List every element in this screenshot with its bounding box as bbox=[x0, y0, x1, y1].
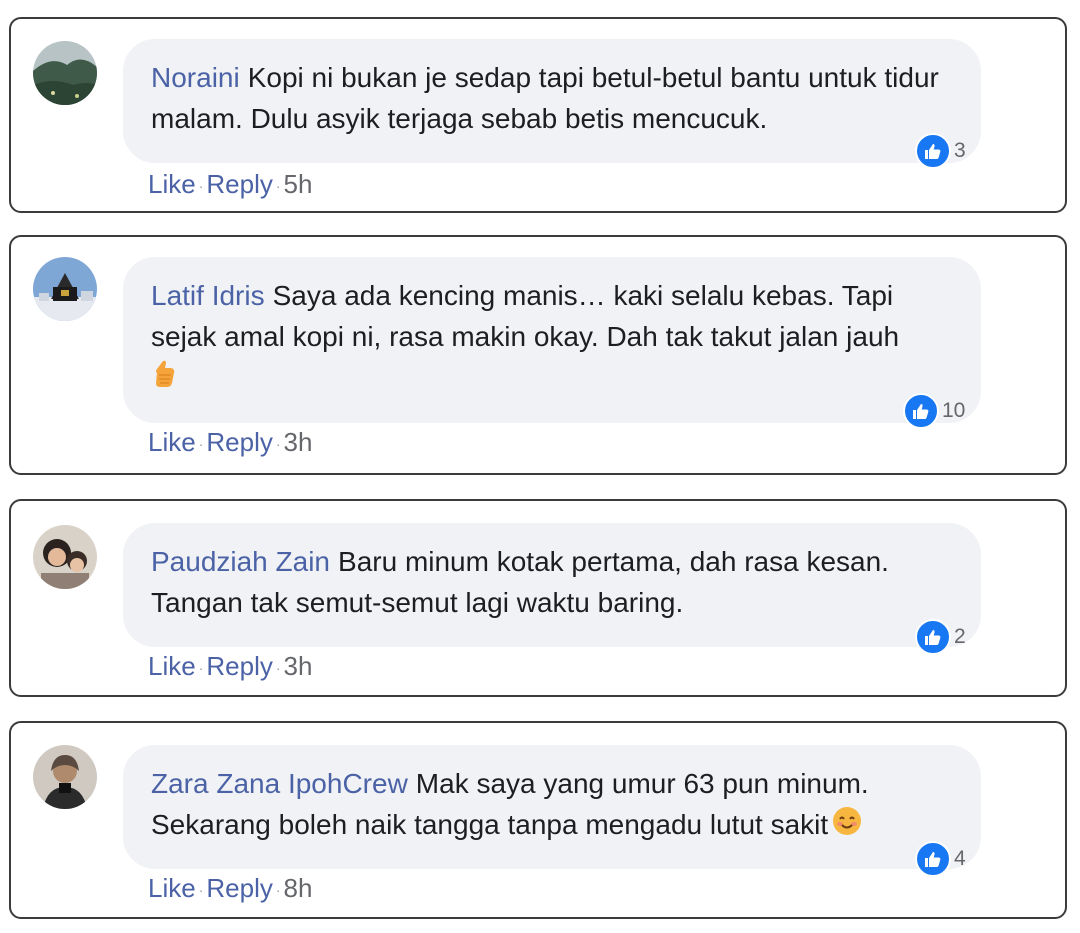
comment-card: Latif Idris Saya ada kencing manis… kaki … bbox=[9, 235, 1067, 475]
reply-link[interactable]: Reply bbox=[206, 169, 272, 199]
comment-text: Kopi ni bukan je sedap tapi betul-betul … bbox=[151, 62, 939, 134]
reply-link[interactable]: Reply bbox=[206, 651, 272, 681]
like-link[interactable]: Like bbox=[148, 873, 196, 903]
reply-link[interactable]: Reply bbox=[206, 427, 272, 457]
comment-time[interactable]: 5h bbox=[284, 169, 313, 199]
separator-dot: · bbox=[275, 882, 281, 899]
reaction-summary[interactable]: 10 bbox=[903, 393, 965, 429]
like-link[interactable]: Like bbox=[148, 169, 196, 199]
comment-card: Zara Zana IpohCrew Mak saya yang umur 63 … bbox=[9, 721, 1067, 919]
reaction-count: 10 bbox=[942, 399, 966, 422]
avatar[interactable] bbox=[33, 745, 97, 809]
avatar[interactable] bbox=[33, 41, 97, 105]
thumbs-up-emoji-icon bbox=[151, 359, 179, 400]
avatar[interactable] bbox=[33, 525, 97, 589]
comment-actions: Like · Reply · 5h bbox=[148, 169, 312, 200]
reaction-count: 2 bbox=[954, 625, 966, 648]
comment-actions: Like · Reply · 8h bbox=[148, 873, 312, 904]
comment-time[interactable]: 8h bbox=[284, 873, 313, 903]
avatar-people-image bbox=[33, 525, 97, 589]
comment-bubble: Noraini Kopi ni bukan je sedap tapi betul… bbox=[123, 39, 981, 163]
like-icon bbox=[915, 841, 951, 877]
reaction-count: 3 bbox=[954, 139, 966, 162]
separator-dot: · bbox=[275, 436, 281, 453]
like-link[interactable]: Like bbox=[148, 427, 196, 457]
comment-actions: Like · Reply · 3h bbox=[148, 427, 312, 458]
reaction-summary[interactable]: 4 bbox=[915, 841, 966, 877]
like-link[interactable]: Like bbox=[148, 651, 196, 681]
comment-actions: Like · Reply · 3h bbox=[148, 651, 312, 682]
comment-author[interactable]: Noraini bbox=[151, 62, 240, 93]
avatar-person-image bbox=[33, 745, 97, 809]
avatar[interactable] bbox=[33, 257, 97, 321]
separator-dot: · bbox=[198, 436, 204, 453]
comment-author[interactable]: Latif Idris bbox=[151, 280, 265, 311]
comment-bubble: Zara Zana IpohCrew Mak saya yang umur 63 … bbox=[123, 745, 981, 869]
comment-author[interactable]: Zara Zana IpohCrew bbox=[151, 768, 408, 799]
separator-dot: · bbox=[198, 660, 204, 677]
like-icon bbox=[915, 133, 951, 169]
comment-card: Paudziah Zain Baru minum kotak pertama, d… bbox=[9, 499, 1067, 697]
reaction-summary[interactable]: 3 bbox=[915, 133, 966, 169]
smiling-face-emoji-icon bbox=[832, 806, 862, 847]
separator-dot: · bbox=[198, 178, 204, 195]
comment-card: Noraini Kopi ni bukan je sedap tapi betul… bbox=[9, 17, 1067, 213]
avatar-landscape-image bbox=[33, 41, 97, 105]
separator-dot: · bbox=[275, 178, 281, 195]
comment-author[interactable]: Paudziah Zain bbox=[151, 546, 330, 577]
like-icon bbox=[903, 393, 939, 429]
reaction-count: 4 bbox=[954, 847, 966, 870]
comment-time[interactable]: 3h bbox=[284, 427, 313, 457]
reply-link[interactable]: Reply bbox=[206, 873, 272, 903]
comment-bubble: Latif Idris Saya ada kencing manis… kaki … bbox=[123, 257, 981, 423]
reaction-summary[interactable]: 2 bbox=[915, 619, 966, 655]
like-icon bbox=[915, 619, 951, 655]
comment-time[interactable]: 3h bbox=[284, 651, 313, 681]
avatar-building-image bbox=[33, 257, 97, 321]
separator-dot: · bbox=[198, 882, 204, 899]
comment-bubble: Paudziah Zain Baru minum kotak pertama, d… bbox=[123, 523, 981, 647]
separator-dot: · bbox=[275, 660, 281, 677]
